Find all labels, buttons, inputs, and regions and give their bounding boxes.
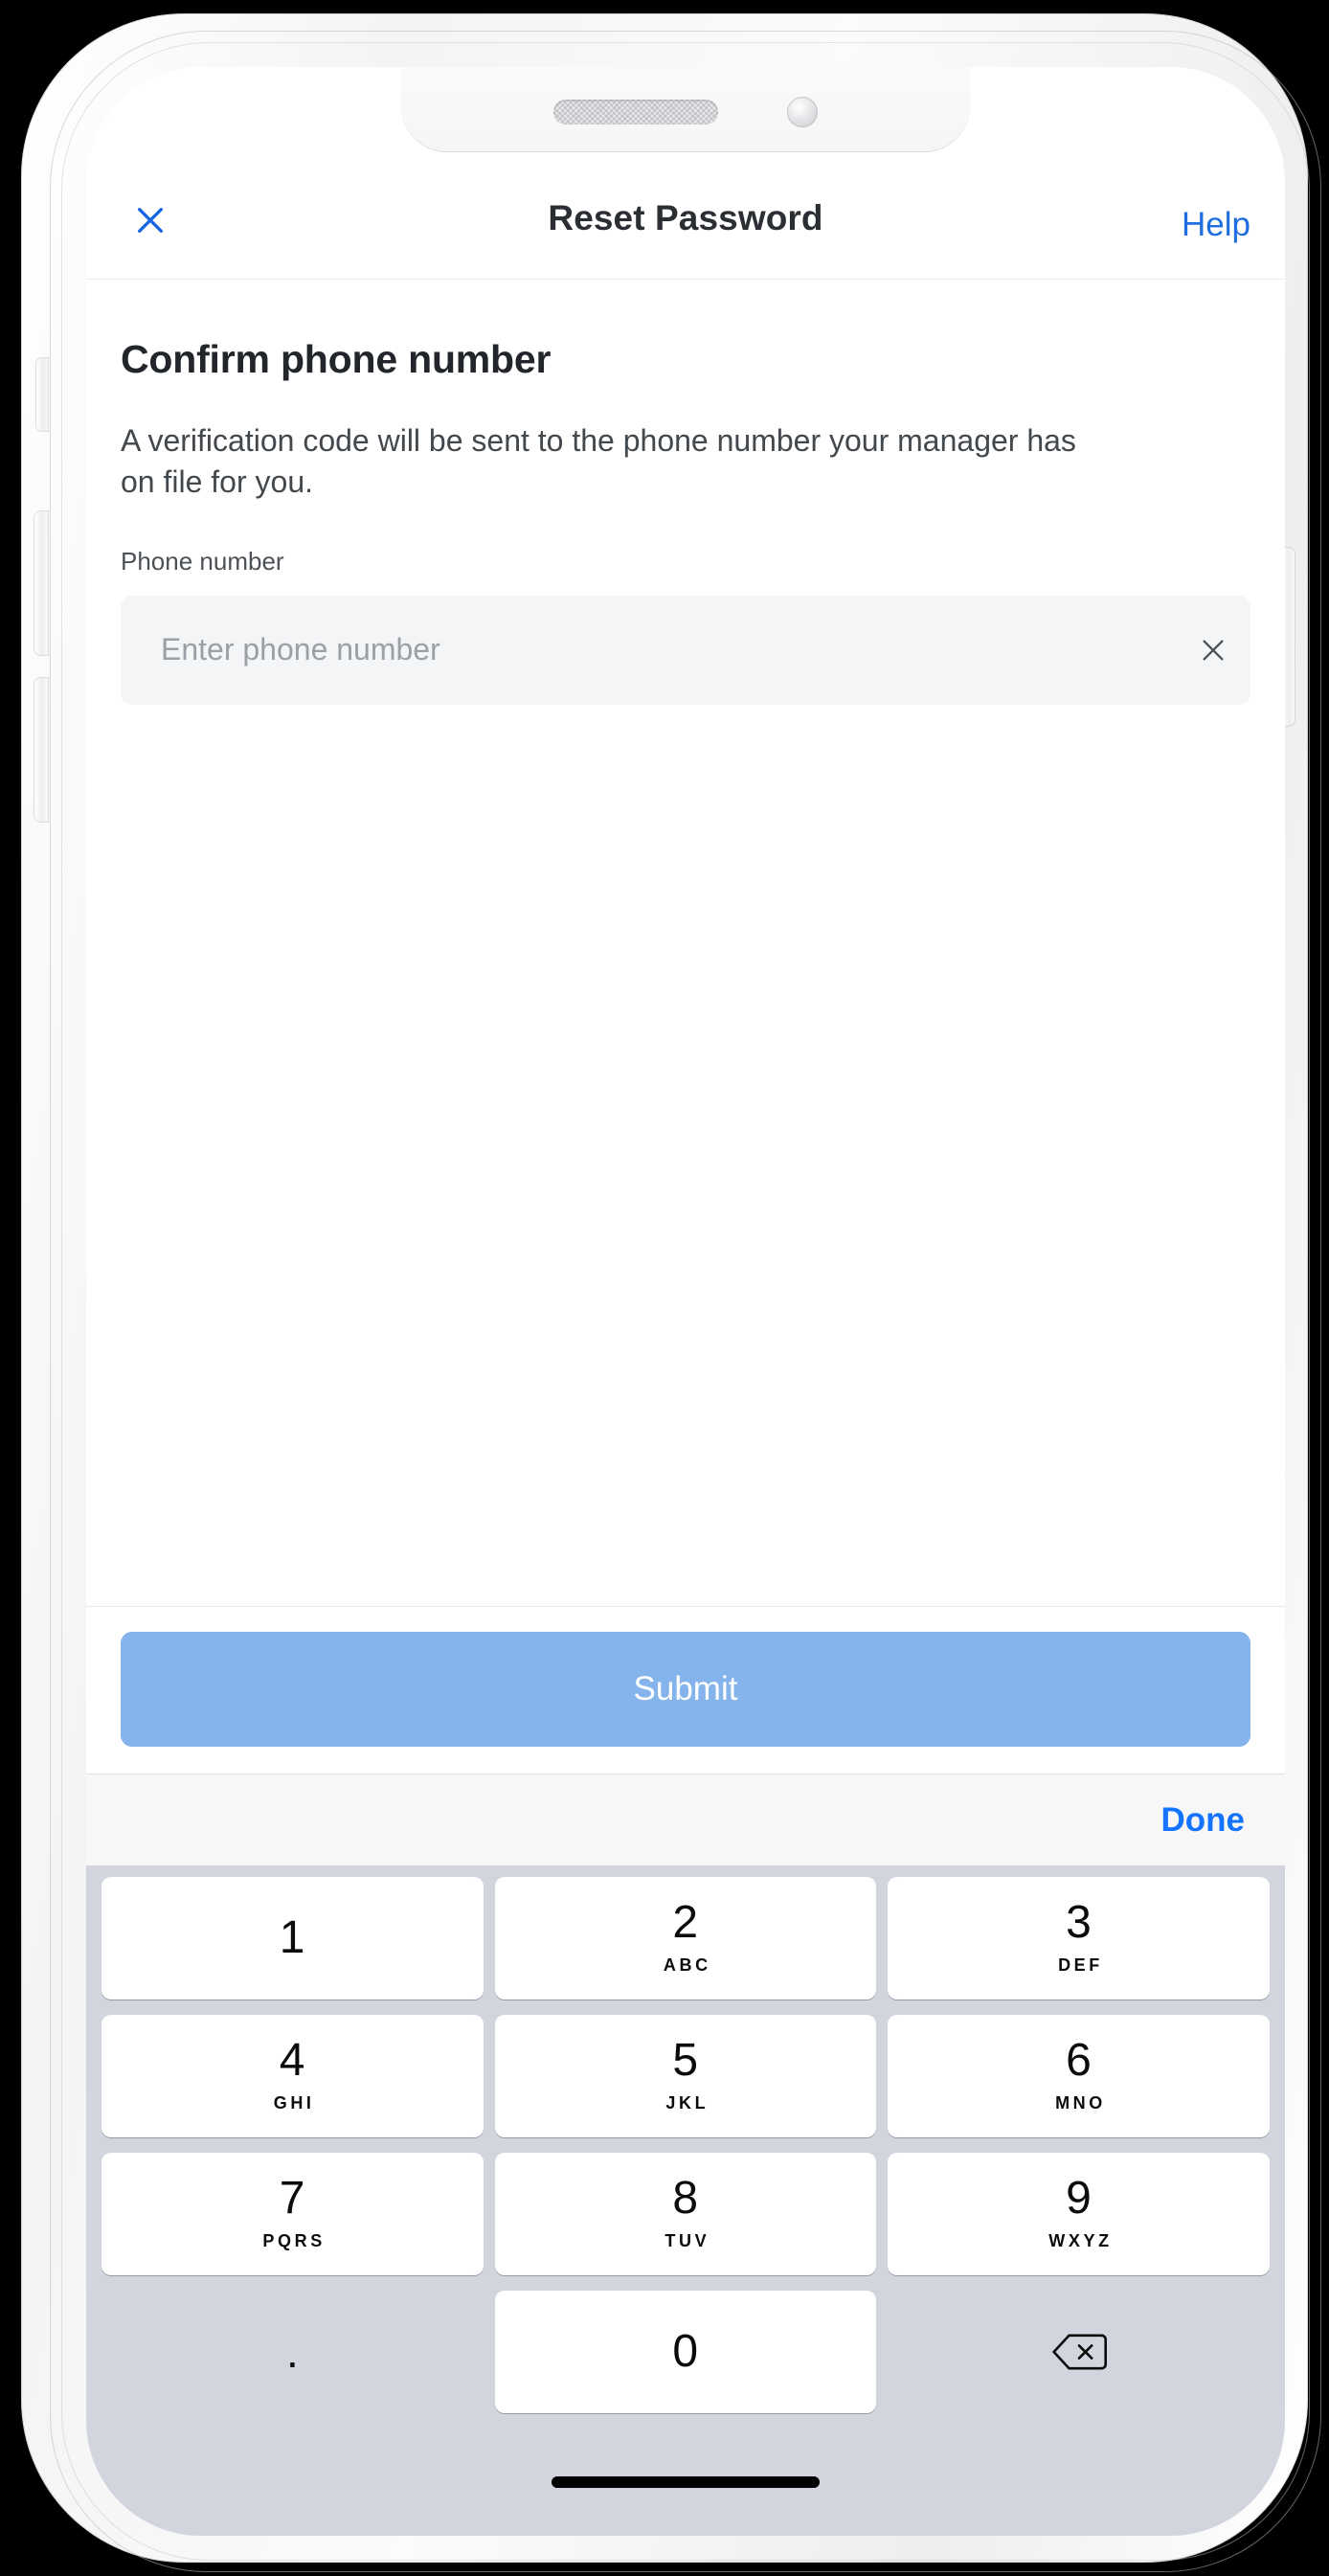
close-x-icon bbox=[1203, 640, 1224, 661]
submit-button[interactable]: Submit bbox=[121, 1632, 1250, 1747]
volume-up-button[interactable] bbox=[34, 511, 48, 655]
keypad-key-9[interactable]: 9 WXYZ bbox=[888, 2153, 1271, 2275]
keypad-key-1[interactable]: 1 bbox=[101, 1877, 484, 2000]
help-link[interactable]: Help bbox=[1182, 206, 1250, 250]
keypad-key-letters: JKL bbox=[665, 2092, 710, 2113]
keypad-key-7[interactable]: 7 PQRS bbox=[101, 2153, 484, 2275]
keypad-key-2[interactable]: 2 ABC bbox=[494, 1877, 877, 2000]
page-title: Reset Password bbox=[548, 198, 823, 237]
keypad-key-6[interactable]: 6 MNO bbox=[888, 2015, 1271, 2137]
keyboard-accessory-toolbar: Done bbox=[86, 1774, 1285, 1865]
keypad-key-letters: WXYZ bbox=[1048, 2230, 1113, 2250]
volume-down-button[interactable] bbox=[34, 678, 48, 822]
keypad-key-digit: 3 bbox=[1066, 1896, 1092, 1948]
keypad-row: 7 PQRS 8 TUV 9 WXYZ bbox=[96, 2153, 1275, 2275]
keypad-key-delete[interactable] bbox=[888, 2291, 1270, 2413]
close-button[interactable] bbox=[121, 191, 180, 250]
submit-bar: Submit bbox=[86, 1606, 1285, 1774]
keypad-key-digit: . bbox=[285, 2326, 299, 2377]
keypad-key-3[interactable]: 3 DEF bbox=[888, 1877, 1271, 2000]
keypad-key-0[interactable]: 0 bbox=[494, 2291, 877, 2413]
keypad-row: 1 2 ABC 3 DEF bbox=[96, 1877, 1275, 2000]
app-root: Reset Password Help Confirm phone number… bbox=[86, 67, 1285, 2536]
keypad-key-digit: 4 bbox=[279, 2034, 305, 2086]
speaker-grille-icon bbox=[553, 100, 718, 124]
clear-input-button[interactable] bbox=[1176, 596, 1250, 705]
phone-field-label: Phone number bbox=[121, 546, 284, 576]
keypad-key-digit: 7 bbox=[279, 2172, 305, 2224]
device-notch bbox=[401, 67, 970, 151]
content-area: Confirm phone number A verification code… bbox=[86, 280, 1285, 1606]
keypad-key-letters: MNO bbox=[1055, 2092, 1106, 2113]
keypad-row: 4 GHI 5 JKL 6 MNO bbox=[96, 2015, 1275, 2137]
keypad-key-period[interactable]: . bbox=[101, 2291, 484, 2413]
keypad-key-digit: 9 bbox=[1066, 2172, 1092, 2224]
keypad-key-digit: 8 bbox=[672, 2172, 699, 2224]
keypad-key-letters: PQRS bbox=[262, 2230, 326, 2250]
done-button[interactable]: Done bbox=[1161, 1801, 1246, 1840]
section-description: A verification code will be sent to the … bbox=[121, 423, 1076, 499]
keypad-key-letters: DEF bbox=[1058, 1955, 1103, 1975]
keypad-key-letters: TUV bbox=[664, 2230, 710, 2250]
front-camera-icon bbox=[787, 97, 818, 127]
mute-switch-button[interactable] bbox=[36, 358, 48, 431]
keypad-key-digit: 0 bbox=[672, 2326, 699, 2377]
keypad-key-letters: GHI bbox=[273, 2092, 315, 2113]
phone-number-input[interactable] bbox=[121, 595, 1176, 705]
keypad-key-5[interactable]: 5 JKL bbox=[494, 2015, 877, 2137]
home-indicator-zone bbox=[86, 2429, 1285, 2536]
close-x-icon bbox=[138, 208, 163, 233]
home-indicator[interactable] bbox=[552, 2476, 820, 2488]
section-heading: Confirm phone number bbox=[121, 337, 552, 381]
phone-device-frame: Reset Password Help Confirm phone number… bbox=[21, 13, 1321, 2572]
keypad-row: . 0 bbox=[96, 2291, 1275, 2413]
phone-screen: Reset Password Help Confirm phone number… bbox=[86, 67, 1285, 2536]
backspace-delete-icon bbox=[1051, 2334, 1107, 2370]
keypad-key-digit: 2 bbox=[672, 1896, 699, 1948]
numeric-keypad: 1 2 ABC 3 DEF 4 GHI 5 JKL 6 MNO 7 PQRS 8… bbox=[86, 1865, 1285, 2429]
keypad-key-digit: 5 bbox=[672, 2034, 699, 2086]
keypad-key-8[interactable]: 8 TUV bbox=[494, 2153, 877, 2275]
keypad-key-4[interactable]: 4 GHI bbox=[101, 2015, 484, 2137]
keypad-key-letters: ABC bbox=[663, 1955, 711, 1975]
phone-number-field[interactable] bbox=[121, 595, 1250, 705]
keypad-key-digit: 6 bbox=[1066, 2034, 1092, 2086]
keypad-key-digit: 1 bbox=[279, 1912, 305, 1963]
